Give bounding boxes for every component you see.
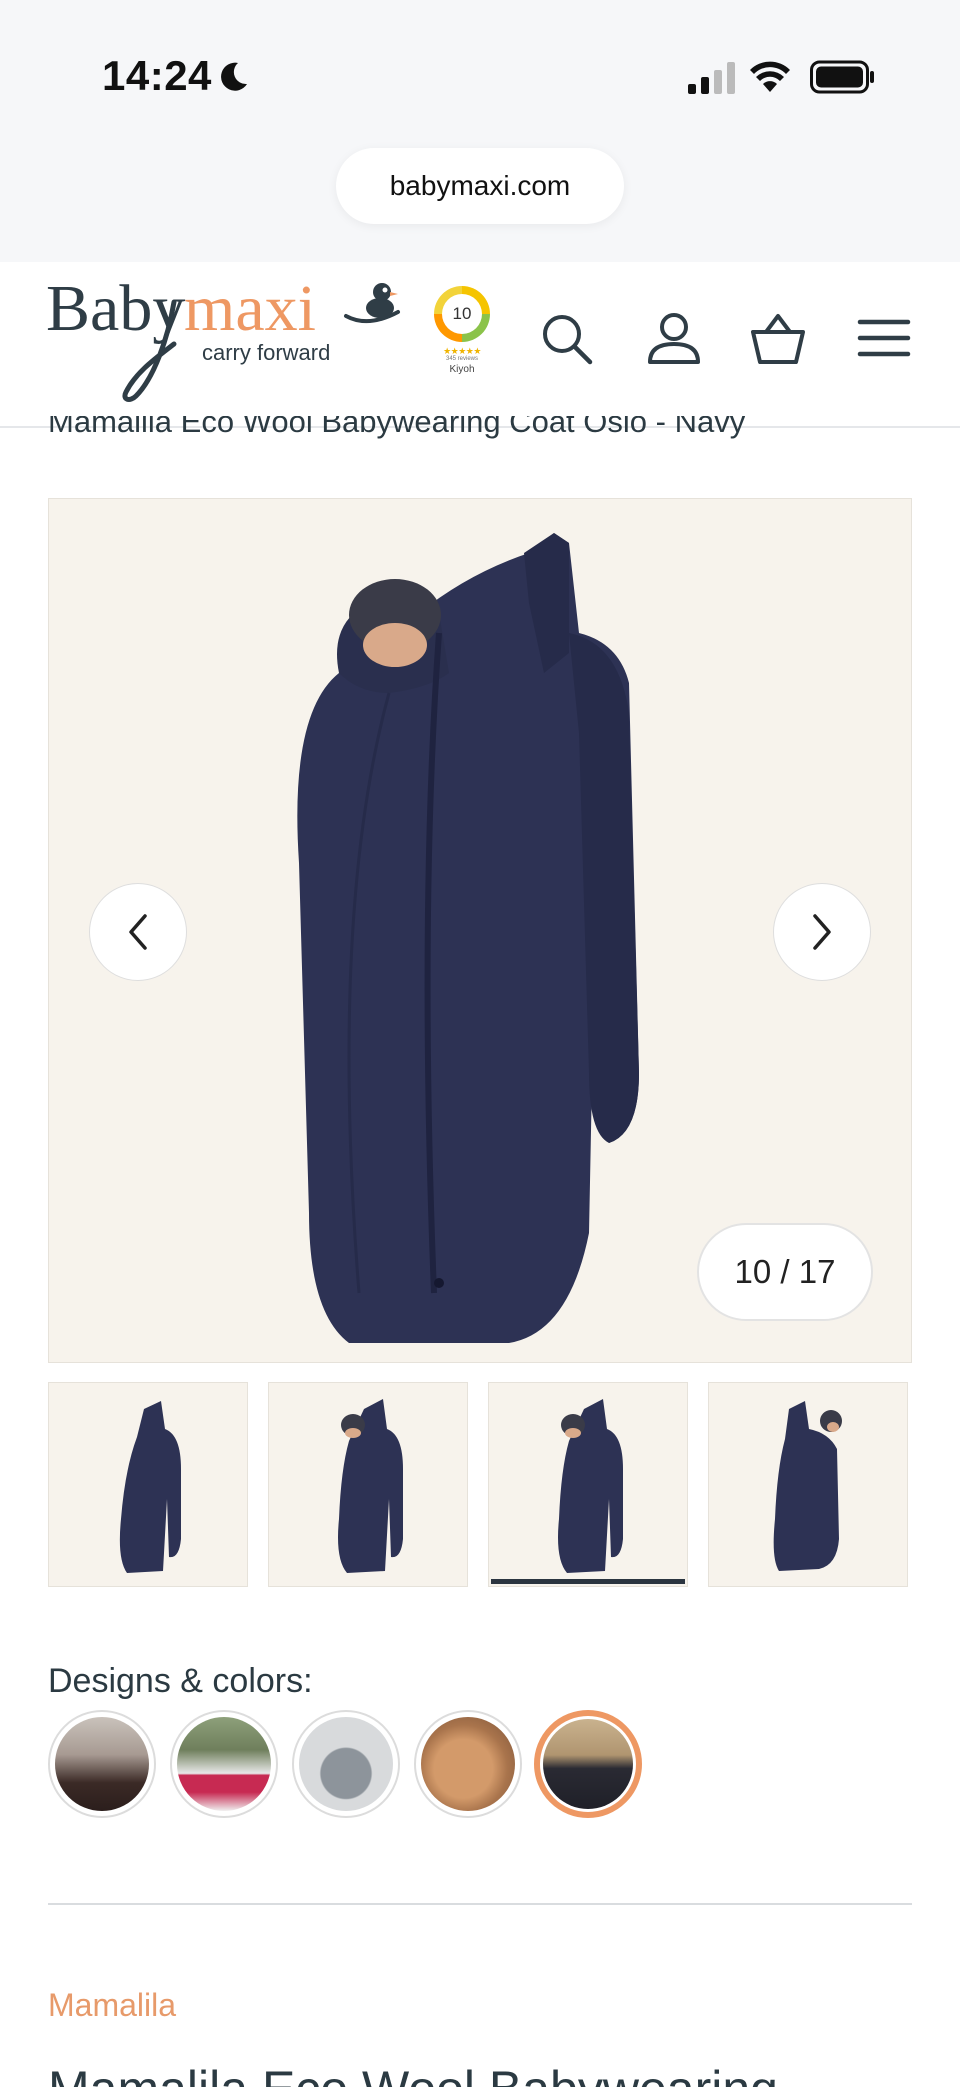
- design-swatch-5[interactable]: [534, 1710, 642, 1818]
- designs-label: Designs & colors:: [48, 1662, 313, 1700]
- design-swatch-2[interactable]: [170, 1710, 278, 1818]
- search-icon[interactable]: [538, 310, 594, 366]
- thumbnail-3[interactable]: [488, 1382, 688, 1587]
- menu-icon[interactable]: [856, 310, 912, 366]
- basket-icon[interactable]: [750, 310, 806, 366]
- product-brand-link[interactable]: Mamalila: [48, 1987, 176, 2024]
- url-bar[interactable]: babymaxi.com: [336, 148, 624, 224]
- site-header: Baby maxi carry forward 10 ★★★★★ 345 rev…: [0, 262, 960, 428]
- status-and-url-bar: 14:24 babymaxi.com: [0, 0, 960, 262]
- logo-accent-text: maxi: [184, 272, 316, 345]
- wifi-icon: [750, 61, 790, 92]
- rating-score: 10: [442, 294, 482, 334]
- thumbnail-2[interactable]: [268, 1382, 468, 1587]
- design-swatch-1[interactable]: [48, 1710, 156, 1818]
- moon-icon: [221, 62, 247, 91]
- babymaxi-logo[interactable]: Baby maxi carry forward: [46, 268, 412, 408]
- thumbnail-strip: [48, 1382, 912, 1588]
- design-swatch-3[interactable]: [292, 1710, 400, 1818]
- swatch-image: [543, 1719, 633, 1809]
- kiyoh-rating-badge[interactable]: 10 ★★★★★ 345 reviews Kiyoh: [430, 286, 494, 380]
- section-divider: [48, 1903, 912, 1905]
- rating-source: Kiyoh: [449, 364, 475, 375]
- swatch-image: [55, 1717, 149, 1811]
- thumbnail-image: [558, 1399, 623, 1573]
- thumbnail-image: [338, 1399, 403, 1573]
- battery-icon: [810, 60, 874, 94]
- thumbnail-image: [773, 1401, 842, 1571]
- account-icon[interactable]: [646, 310, 702, 366]
- product-main-image: [297, 533, 639, 1343]
- gallery-prev-button[interactable]: [89, 883, 187, 981]
- product-title: Mamalila Eco Wool Babywearing: [48, 2060, 778, 2087]
- signal-icon: [688, 62, 735, 94]
- swatch-image: [177, 1717, 271, 1811]
- rating-ring: 10: [434, 286, 490, 342]
- swatch-image: [421, 1717, 515, 1811]
- chevron-left-icon: [129, 914, 147, 950]
- thumbnail-1[interactable]: [48, 1382, 248, 1587]
- swatch-image: [299, 1717, 393, 1811]
- rating-reviews: 345 reviews: [445, 356, 478, 362]
- design-swatch-4[interactable]: [414, 1710, 522, 1818]
- product-image-gallery[interactable]: 10 / 17: [48, 498, 912, 1363]
- gallery-next-button[interactable]: [773, 883, 871, 981]
- logo-tagline: carry forward: [202, 340, 330, 365]
- chevron-right-icon: [813, 914, 831, 950]
- thumbnail-image: [119, 1401, 181, 1573]
- status-time: 14:24: [102, 52, 212, 99]
- gallery-counter: 10 / 17: [697, 1223, 873, 1321]
- thumbnail-4[interactable]: [708, 1382, 908, 1587]
